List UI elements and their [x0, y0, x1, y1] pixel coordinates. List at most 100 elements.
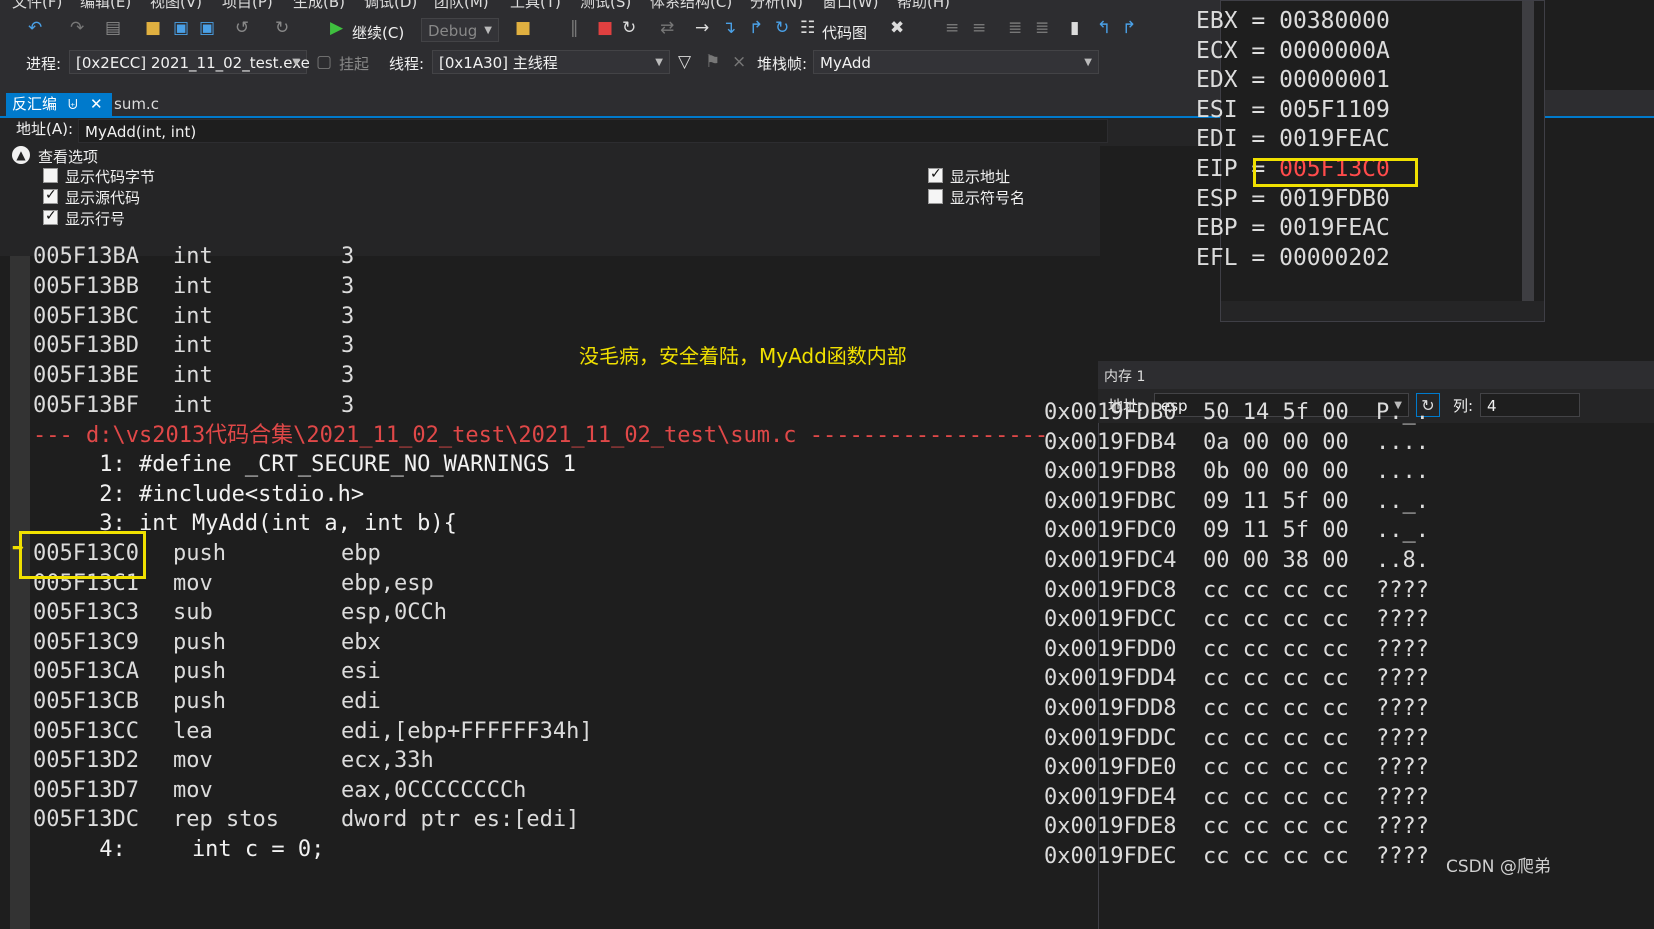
refresh-icon[interactable]: ↻ [775, 18, 789, 38]
columns-label: 列: [1453, 397, 1474, 415]
breakpoint-gutter[interactable] [10, 256, 30, 929]
register-value: 005F1109 [1279, 96, 1390, 123]
register-name: ECX [1196, 37, 1238, 64]
code-bytes-checkbox[interactable] [43, 168, 58, 183]
suspend-button[interactable]: 挂起 [339, 53, 369, 74]
toggle-threads-icon[interactable]: ⨯ [732, 52, 746, 72]
memory-bytes: cc cc cc cc [1203, 696, 1349, 721]
memory-bytes: cc cc cc cc [1203, 814, 1349, 840]
register-name: ESI [1196, 96, 1238, 123]
memory-bytes: cc cc cc cc [1203, 666, 1349, 692]
new-project-icon[interactable]: ▤ [105, 18, 121, 38]
memory-bytes: cc cc cc cc [1203, 577, 1349, 603]
memory-ascii: ???? [1376, 784, 1429, 810]
register-row: ECX = 0000000A [1196, 38, 1390, 64]
save-icon[interactable]: ▣ [173, 18, 189, 38]
next-bookmark-icon[interactable]: ↱ [1122, 18, 1136, 38]
memory-ascii: ..8. [1376, 548, 1429, 573]
save-all-icon[interactable]: ▣ [199, 18, 215, 38]
menu-item[interactable]: 分析(N) [750, 0, 803, 10]
collapse-icon[interactable]: ▲ [12, 146, 30, 164]
register-row: EBX = 00380000 [1196, 8, 1390, 34]
pause-icon[interactable]: ‖ [570, 18, 579, 38]
memory-address: 0x0019FDCC [1044, 607, 1177, 633]
menu-item[interactable]: 编辑(E) [80, 0, 131, 10]
menu-item[interactable]: 测试(S) [580, 0, 631, 10]
hex-display-icon[interactable]: ✖ [890, 18, 904, 38]
disasm-mnemonic: rep stos [173, 807, 279, 833]
chevron-down-icon: ▼ [655, 57, 663, 68]
disasm-row: 005F13BB int 3 [33, 272, 354, 302]
filter-icon[interactable]: ▽ [678, 52, 691, 72]
suspend-icon[interactable]: ▢ [316, 52, 332, 72]
flag-icon[interactable]: ⚑ [705, 52, 720, 72]
comment-icon[interactable]: ≣ [1008, 18, 1022, 38]
menu-item[interactable]: 调试(D) [364, 0, 417, 10]
columns-input[interactable]: 4 [1480, 393, 1580, 417]
view-options-title: 查看选项 [38, 148, 99, 166]
menu-item[interactable]: 工具(T) [510, 0, 561, 10]
continue-button[interactable]: 继续(C) [352, 22, 404, 43]
process-dropdown[interactable]: [0x2ECC] 2021_11_02_test.exe ▼ [69, 50, 310, 74]
step-over-icon[interactable]: ↴ [722, 18, 736, 38]
thread-label: 线程: [389, 55, 425, 73]
menu-item[interactable]: 帮助(H) [897, 0, 950, 10]
register-row: ESP = 0019FDB0 [1196, 186, 1390, 212]
undo-icon[interactable]: ↺ [235, 18, 249, 38]
step-out-icon[interactable]: ↱ [749, 18, 763, 38]
disasm-operand: 3 [341, 363, 355, 389]
uncomment-icon[interactable]: ≣ [1035, 18, 1049, 38]
disasm-address: 005F13D7 [33, 777, 139, 803]
restart-icon[interactable]: ↻ [622, 18, 636, 38]
disasm-address: 005F13CB [33, 689, 139, 714]
stop-icon[interactable]: ■ [597, 18, 613, 38]
equals-sign: = [1237, 244, 1280, 271]
close-icon[interactable]: ✕ [90, 93, 103, 116]
disasm-operand: 3 [341, 393, 355, 418]
bookmark-icon[interactable]: ▮ [1070, 18, 1079, 38]
open-folder-icon[interactable]: ■ [145, 18, 161, 38]
tab-disassembly[interactable]: 反汇编 ⨄ ✕ [6, 93, 112, 116]
outdent-icon[interactable]: ≡ [972, 18, 986, 38]
indent-icon[interactable]: ≡ [945, 18, 959, 38]
redo-icon[interactable]: ↻ [275, 18, 289, 38]
menu-item[interactable]: 生成(B) [293, 0, 345, 10]
menu-item[interactable]: 体系结构(C) [650, 0, 732, 10]
memory-ascii: .... [1376, 429, 1429, 455]
memory-ascii: ???? [1376, 666, 1429, 692]
line-numbers-checkbox[interactable] [43, 208, 58, 225]
step-into-icon[interactable]: → [695, 18, 709, 38]
menu-item[interactable]: 窗口(W) [822, 0, 879, 10]
disasm-operand: 3 [341, 244, 355, 269]
code-map-icon[interactable]: ☷ [800, 18, 815, 38]
menu-item[interactable]: 团队(M) [434, 0, 489, 10]
stack-frame-dropdown[interactable]: MyAdd ▼ [813, 50, 1099, 74]
config-dropdown[interactable]: Debug ▼ [421, 18, 499, 42]
memory-bytes: 0a 00 00 00 [1203, 429, 1349, 455]
menu-item[interactable]: 文件(F) [12, 0, 62, 10]
back-icon[interactable]: ↶ [28, 18, 42, 38]
pin-icon[interactable]: ⨄ [68, 93, 78, 116]
show-address-checkbox[interactable] [928, 166, 943, 183]
code-map-button[interactable]: 代码图 [822, 22, 867, 43]
disasm-row: 005F13BE int 3 [33, 361, 354, 391]
source-checkbox[interactable] [43, 187, 58, 204]
menu-item[interactable]: 视图(V) [150, 0, 202, 10]
address-input[interactable]: MyAdd(int, int) [78, 119, 1108, 143]
registers-scrollbar[interactable] [1522, 1, 1534, 301]
forward-icon[interactable]: ↷ [70, 18, 84, 38]
equals-sign: = [1237, 8, 1280, 34]
thread-dropdown[interactable]: [0x1A30] 主线程 ▼ [432, 50, 670, 74]
memory-bytes: cc cc cc cc [1203, 844, 1349, 869]
show-next-statement-icon[interactable]: ⇄ [660, 18, 674, 38]
tab-sum-c[interactable]: sum.c [108, 93, 165, 116]
memory-address: 0x0019FDEC [1044, 844, 1177, 869]
continue-play-icon[interactable]: ▶ [330, 18, 343, 38]
menu-item[interactable]: 项目(P) [222, 0, 273, 10]
memory-ascii: ???? [1376, 844, 1429, 869]
registers-hscrollbar[interactable] [1221, 301, 1544, 321]
attach-process-icon[interactable]: ■ [515, 18, 531, 38]
symbol-names-checkbox[interactable] [928, 189, 943, 204]
disasm-mnemonic: push [173, 629, 226, 655]
prev-bookmark-icon[interactable]: ↰ [1097, 18, 1111, 38]
